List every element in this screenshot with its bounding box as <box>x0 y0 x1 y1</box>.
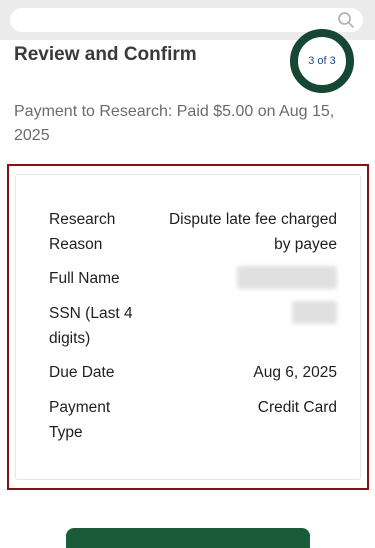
search-input[interactable] <box>10 8 363 32</box>
payment-type-value: Credit Card <box>257 399 337 416</box>
primary-action-button[interactable] <box>66 528 310 548</box>
due-date-label: Due Date <box>49 364 115 381</box>
payment-type-label: Payment Type <box>49 399 111 441</box>
page-title: Review and Confirm <box>14 44 197 65</box>
step-indicator: 3 of 3 <box>290 29 354 93</box>
due-date-value: Aug 6, 2025 <box>253 364 337 381</box>
full-name-label: Full Name <box>49 270 120 287</box>
full-name-value-redacted <box>237 266 337 289</box>
research-reason-label: Research Reason <box>49 211 116 253</box>
research-reason-value: Dispute late fee charged by payee <box>168 211 337 253</box>
payment-summary: Payment to Research: Paid $5.00 on Aug 1… <box>14 103 335 144</box>
ssn-value-redacted <box>292 301 337 324</box>
ssn-label: SSN (Last 4 digits) <box>49 305 133 347</box>
details-card: Research Reason Dispute late fee charged… <box>15 174 361 480</box>
search-icon[interactable] <box>337 11 355 29</box>
highlight-frame: Research Reason Dispute late fee charged… <box>7 164 369 490</box>
step-label: 3 of 3 <box>308 55 336 67</box>
